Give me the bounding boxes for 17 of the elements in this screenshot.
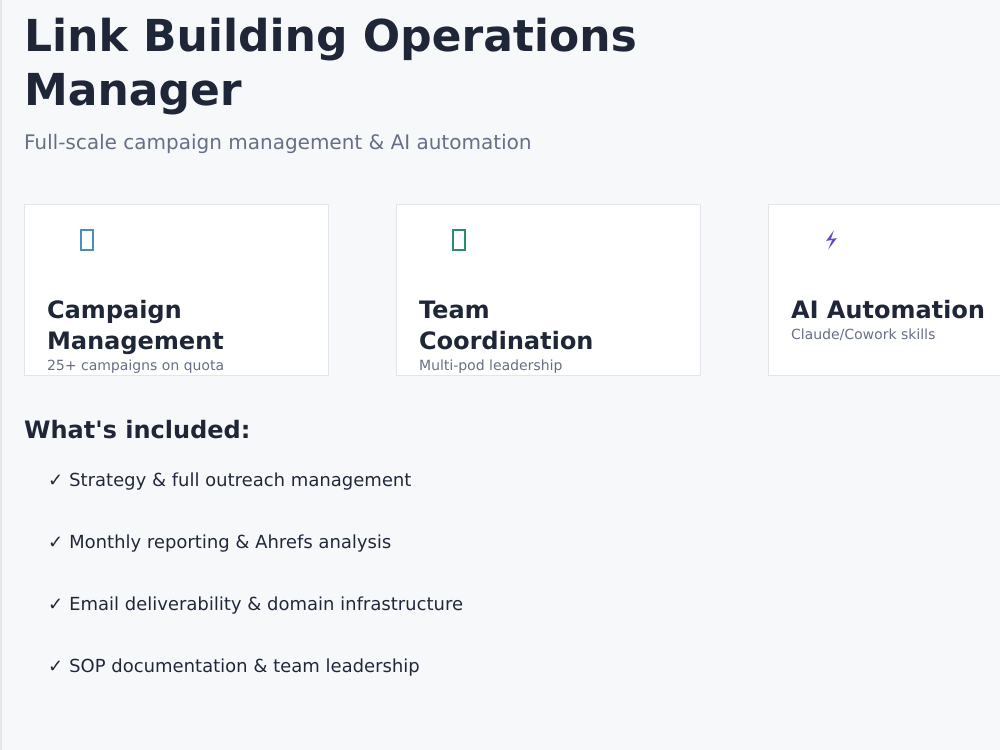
check-mark: ✓ bbox=[48, 656, 64, 678]
check-mark: ✓ bbox=[48, 532, 64, 554]
feature-item: Strategy & full outreach management bbox=[69, 470, 412, 492]
section-heading: What's included: bbox=[24, 416, 250, 444]
card-subtitle: Claude/Cowork skills bbox=[791, 326, 936, 344]
check-mark: ✓ bbox=[48, 470, 64, 492]
check-mark: ✓ bbox=[48, 594, 64, 616]
card-subtitle: Multi-pod leadership bbox=[419, 357, 564, 375]
card-title: AI Automation bbox=[791, 295, 986, 326]
page-title: Link Building Operations Manager bbox=[24, 10, 638, 118]
feature-item: Email deliverability & domain infrastructure bbox=[69, 594, 464, 616]
feature-item: Monthly reporting & Ahrefs analysis bbox=[69, 532, 392, 554]
card-title: Campaign Management bbox=[47, 295, 225, 357]
card-title: Team Coordination bbox=[419, 295, 594, 357]
page-subtitle: Full-scale campaign management & AI automation bbox=[24, 130, 532, 154]
feature-item: SOP documentation & team leadership bbox=[69, 656, 420, 678]
card-subtitle: 25+ campaigns on quota bbox=[47, 357, 226, 375]
